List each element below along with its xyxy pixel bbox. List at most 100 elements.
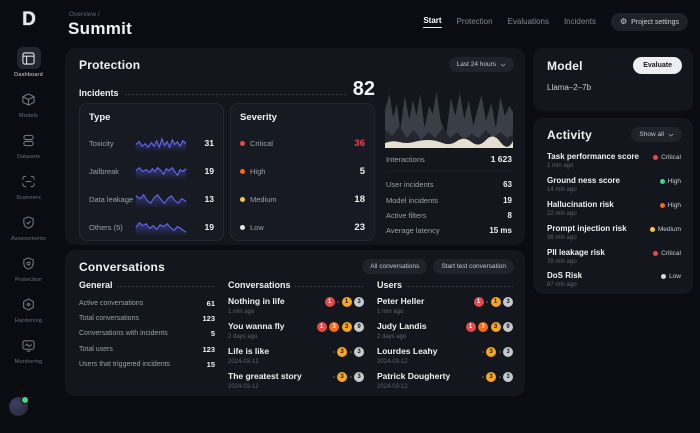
type-value: 31 — [204, 138, 214, 148]
models-icon — [17, 88, 41, 110]
protection-icon — [16, 252, 40, 274]
severity-dot-icon — [653, 155, 659, 161]
user-avatar[interactable] — [9, 396, 29, 416]
type-label: Jailbreak — [89, 166, 120, 176]
conversations-column: Conversations Nothing in life 1 min ago … — [228, 280, 364, 396]
evaluate-button[interactable]: Evaluate — [633, 57, 682, 74]
activity-filter-dropdown[interactable]: Show all — [631, 127, 682, 142]
user-name: Lourdes Leahy — [377, 346, 438, 356]
dotted-leader — [116, 286, 215, 287]
all-conversations-button[interactable]: All conversations — [362, 259, 428, 274]
stat-label: Total conversations — [79, 315, 139, 323]
severity-badges: 113 — [324, 297, 364, 307]
stat-row: Active filters 8 — [385, 208, 513, 223]
conversation-item[interactable]: You wanna fly 2 days ago 1339 — [228, 321, 364, 340]
sidebar-item-monitoring[interactable]: Monitoring — [15, 334, 43, 365]
interactions-area-chart — [385, 92, 513, 148]
time-filter-dropdown[interactable]: Last 24 hours — [448, 57, 514, 72]
type-value: 19 — [204, 166, 214, 176]
activity-filter-value: Show all — [639, 131, 664, 138]
tab-protection[interactable]: Protection — [457, 17, 493, 28]
severity-chip-label: High — [667, 201, 681, 209]
model-title: Model — [547, 58, 583, 73]
severity-badges: 33 — [481, 372, 513, 382]
activity-item[interactable]: PII leakage risk 78 min ago Critical — [547, 244, 681, 268]
stat-value: 63 — [503, 180, 512, 190]
activity-name: Hallucination risk — [547, 199, 614, 209]
incidents-label: Incidents — [79, 88, 119, 98]
user-item[interactable]: Patrick Dougherty 2024-03-12 33 — [377, 371, 513, 390]
user-item[interactable]: Peter Heller 1 min ago 113 — [377, 296, 513, 315]
user-name: Judy Landis — [377, 321, 427, 331]
severity-value: 18 — [354, 193, 365, 205]
protection-panel: Protection Last 24 hours Incidents 82 Ty… — [65, 48, 525, 245]
conversation-title: You wanna fly — [228, 321, 285, 331]
severity-chip-label: Critical — [661, 249, 681, 257]
severity-chip: Low — [661, 273, 681, 280]
conversation-time: 2 days ago — [228, 333, 258, 340]
dashboard-icon — [16, 47, 41, 69]
type-row: Jailbreak 19 — [89, 157, 214, 185]
app-logo[interactable]: D — [22, 9, 36, 31]
activity-item[interactable]: Task performance score 1 min ago Critica… — [547, 149, 681, 173]
hardening-icon — [17, 293, 41, 315]
type-row: Data leakage 13 — [89, 185, 214, 213]
general-stat-row: Total conversations 123 — [79, 311, 215, 326]
severity-badges: 33 — [332, 347, 364, 357]
user-time: 1 min ago — [377, 308, 404, 315]
type-label: Toxicity — [89, 138, 114, 148]
conversation-item[interactable]: Life is like 2024-03-12 33 — [228, 346, 364, 365]
incidents-total: 82 — [352, 78, 375, 100]
sidebar-item-models[interactable]: Models — [17, 88, 41, 119]
activity-name: Ground ness score — [547, 176, 620, 186]
conversation-time: 1 min ago — [228, 308, 255, 315]
tab-evaluations[interactable]: Evaluations — [508, 17, 549, 28]
breadcrumb[interactable]: Overview / — [69, 11, 100, 18]
conversation-title: The greatest story — [228, 371, 302, 381]
conversations-column-title: Conversations — [228, 280, 291, 290]
dotted-leader — [124, 94, 347, 95]
severity-card: Severity Critical 36 High 5 Medium 18 Lo… — [230, 103, 375, 241]
sidebar-item-datasets[interactable]: Datasets — [17, 129, 41, 160]
activity-item[interactable]: Ground ness score 14 min ago High — [547, 173, 681, 197]
critical-dot-icon — [240, 140, 245, 146]
activity-item[interactable]: DoS Risk 87 min ago Low — [547, 268, 681, 292]
chevron-down-icon — [668, 133, 674, 137]
stat-label: Total users — [79, 345, 113, 353]
sidebar-item-assessments[interactable]: Assessments — [11, 211, 46, 242]
sidebar-label: Models — [19, 113, 38, 119]
general-column: General Active conversations 61 Total co… — [79, 280, 215, 396]
activity-time: 87 min ago — [547, 282, 577, 289]
project-settings-button[interactable]: ⚙ Project settings — [610, 13, 688, 31]
gear-icon: ⚙ — [619, 17, 628, 26]
medium-dot-icon — [240, 196, 245, 202]
activity-item[interactable]: Hallucination risk 22 min ago High — [547, 197, 681, 221]
tab-start[interactable]: Start — [423, 16, 442, 28]
start-test-conversation-button[interactable]: Start test conversation — [433, 259, 514, 274]
stat-value: 15 ms — [489, 226, 512, 236]
conversation-title: Life is like — [228, 346, 270, 356]
page-title: Summit — [68, 19, 133, 38]
general-column-title: General — [79, 280, 113, 290]
activity-time: 14 min ago — [547, 187, 577, 194]
tab-incidents[interactable]: Incidents — [564, 17, 596, 28]
sidebar-item-dashboard[interactable]: Dashboard — [14, 47, 43, 78]
type-label: Others (5) — [89, 222, 123, 232]
user-item[interactable]: Lourdes Leahy 2024-03-12 33 — [377, 346, 513, 365]
activity-panel: Activity Show all Task performance score… — [533, 118, 693, 294]
sidebar-item-scanners[interactable]: Scanners — [16, 170, 41, 201]
conversation-item[interactable]: The greatest story 2024-03-12 33 — [228, 371, 364, 390]
user-item[interactable]: Judy Landis 2 days ago 1339 — [377, 321, 513, 340]
activity-item[interactable]: Prompt injection risk 36 min ago Medium — [547, 220, 681, 244]
sidebar-item-protection[interactable]: Protection — [15, 252, 42, 283]
sparkline-chart — [135, 166, 187, 180]
conversation-item[interactable]: Nothing in life 1 min ago 113 — [228, 296, 364, 315]
activity-time: 1 min ago — [547, 163, 574, 170]
sidebar-label: Scanners — [16, 195, 41, 201]
stat-label: Model incidents — [386, 195, 439, 205]
online-status-icon — [21, 396, 29, 404]
severity-card-title: Severity — [240, 112, 277, 123]
sidebar-item-hardening[interactable]: Hardening — [15, 293, 42, 324]
sidebar-label: Monitoring — [14, 359, 43, 365]
stat-label: User incidents — [386, 180, 434, 190]
